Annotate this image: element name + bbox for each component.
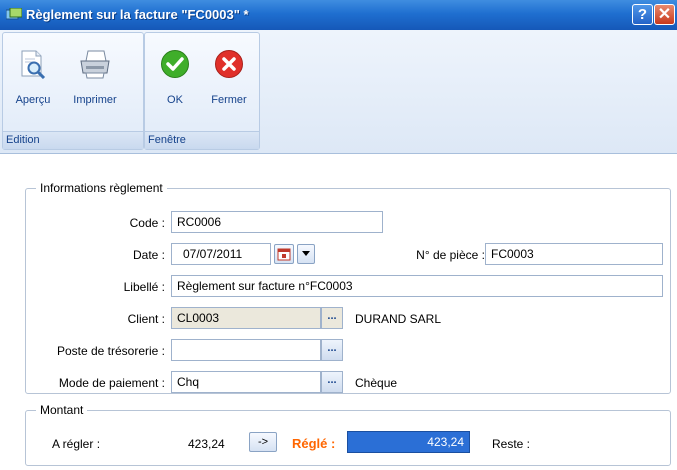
code-field[interactable]: RC0006 — [171, 211, 383, 233]
client-label: Client : — [127, 312, 165, 326]
ok-button[interactable]: OK — [149, 39, 201, 119]
client-name: DURAND SARL — [355, 312, 442, 326]
reste-label: Reste : — [492, 437, 531, 451]
ribbon-group-edition: Aperçu Imprimer Edition — [2, 32, 144, 150]
poste-field[interactable] — [171, 339, 321, 361]
group-footer: Edition — [3, 131, 143, 149]
app-icon — [6, 8, 22, 20]
a-regler-value: 423,24 — [188, 437, 225, 451]
help-button[interactable]: ? — [632, 4, 653, 25]
poste-lookup-button[interactable]: ... — [321, 339, 343, 361]
mode-name: Chèque — [355, 376, 398, 390]
piece-label: N° de pièce : — [416, 248, 485, 262]
imprimer-label: Imprimer — [73, 94, 117, 106]
date-field[interactable]: 07/07/2011 — [171, 243, 271, 265]
group-footer: Fenêtre — [145, 131, 259, 149]
regle-field[interactable]: 423,24 — [347, 431, 470, 453]
libelle-field[interactable]: Règlement sur facture n°FC0003 — [171, 275, 663, 297]
poste-label: Poste de trésorerie : — [56, 344, 165, 358]
montant-legend: Montant — [36, 403, 88, 417]
transfer-button[interactable]: -> — [249, 432, 277, 452]
code-label: Code : — [129, 216, 165, 230]
apercu-button[interactable]: Aperçu — [7, 39, 59, 119]
preview-icon — [21, 50, 46, 79]
ribbon: Aperçu Imprimer Edition OK Fermer Fenêtr… — [0, 30, 677, 154]
chevron-down-icon — [302, 251, 310, 256]
ok-label: OK — [167, 94, 183, 106]
piece-field[interactable]: FC0003 — [485, 243, 663, 265]
client-field: CL0003 — [171, 307, 321, 329]
date-dropdown-button[interactable] — [297, 244, 315, 264]
window-close-button[interactable]: ✕ — [654, 4, 675, 25]
group-title-edition: Edition — [6, 134, 40, 146]
ribbon-group-fenetre: OK Fermer Fenêtre — [144, 32, 260, 150]
group-title-fenetre: Fenêtre — [148, 134, 186, 146]
fermer-button[interactable]: Fermer — [203, 39, 255, 119]
a-regler-label: A régler : — [52, 437, 101, 451]
close-icon — [215, 50, 243, 78]
regle-label: Réglé : — [292, 436, 336, 451]
client-lookup-button[interactable]: ... — [321, 307, 343, 329]
printer-icon — [80, 50, 110, 79]
mode-lookup-button[interactable]: ... — [321, 371, 343, 393]
date-label: Date : — [132, 248, 165, 262]
mode-label: Mode de paiement : — [58, 376, 165, 390]
calendar-icon — [277, 248, 291, 261]
window-title: Règlement sur la facture "FC0003" * — [26, 7, 249, 22]
calendar-button[interactable] — [274, 244, 294, 264]
info-legend: Informations règlement — [36, 181, 167, 195]
libelle-label: Libellé : — [123, 280, 165, 294]
apercu-label: Aperçu — [15, 94, 51, 106]
check-icon — [161, 50, 189, 78]
fermer-label: Fermer — [211, 94, 247, 106]
mode-field[interactable]: Chq — [171, 371, 321, 393]
title-bar: Règlement sur la facture "FC0003" * ? ✕ — [0, 0, 677, 30]
imprimer-button[interactable]: Imprimer — [63, 39, 127, 119]
